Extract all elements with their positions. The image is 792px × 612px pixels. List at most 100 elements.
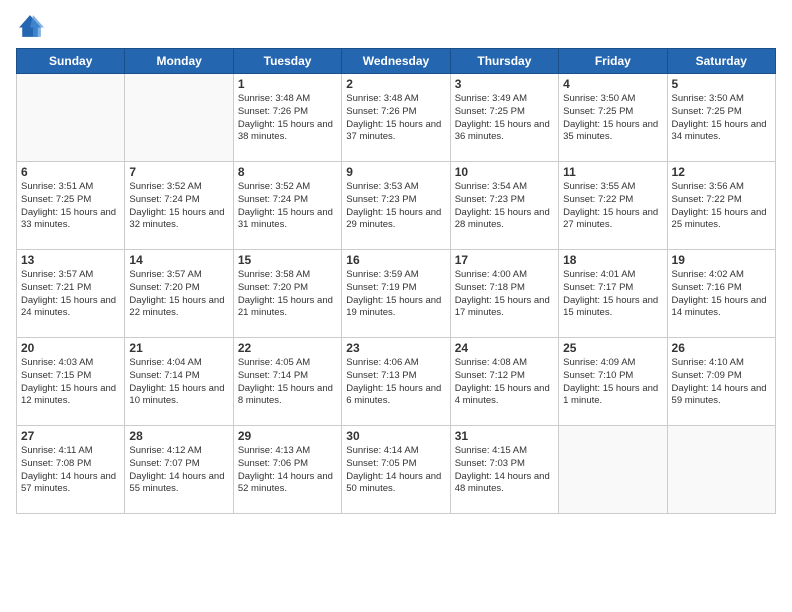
day-header-wednesday: Wednesday — [342, 49, 450, 74]
calendar-cell: 14 Sunrise: 3:57 AMSunset: 7:20 PMDayligh… — [125, 250, 233, 338]
calendar-body: 1 Sunrise: 3:48 AMSunset: 7:26 PMDaylight… — [17, 74, 776, 514]
day-number: 4 — [563, 77, 662, 91]
calendar-cell: 21 Sunrise: 4:04 AMSunset: 7:14 PMDayligh… — [125, 338, 233, 426]
calendar-cell: 27 Sunrise: 4:11 AMSunset: 7:08 PMDayligh… — [17, 426, 125, 514]
cell-info: Sunrise: 4:01 AMSunset: 7:17 PMDaylight:… — [563, 269, 662, 320]
day-number: 6 — [21, 165, 120, 179]
cell-info: Sunrise: 4:00 AMSunset: 7:18 PMDaylight:… — [455, 269, 554, 320]
calendar-cell — [559, 426, 667, 514]
calendar-cell: 11Sunrise: 3:55 AMSunset: 7:22 PMDayligh… — [559, 162, 667, 250]
cell-info: Sunrise: 3:51 AMSunset: 7:25 PMDaylight:… — [21, 181, 120, 232]
cell-info: Sunrise: 4:15 AMSunset: 7:03 PMDaylight:… — [455, 445, 554, 496]
calendar-cell: 31Sunrise: 4:15 AMSunset: 7:03 PMDayligh… — [450, 426, 558, 514]
cell-info: Sunrise: 4:04 AMSunset: 7:14 PMDaylight:… — [129, 357, 228, 408]
cell-info: Sunrise: 4:05 AMSunset: 7:14 PMDaylight:… — [238, 357, 337, 408]
calendar-cell: 2 Sunrise: 3:48 AMSunset: 7:26 PMDaylight… — [342, 74, 450, 162]
calendar-week-4: 20 Sunrise: 4:03 AMSunset: 7:15 PMDayligh… — [17, 338, 776, 426]
day-number: 13 — [21, 253, 120, 267]
cell-info: Sunrise: 3:48 AMSunset: 7:26 PMDaylight:… — [238, 93, 337, 144]
cell-info: Sunrise: 4:11 AMSunset: 7:08 PMDaylight:… — [21, 445, 120, 496]
cell-info: Sunrise: 4:12 AMSunset: 7:07 PMDaylight:… — [129, 445, 228, 496]
day-number: 21 — [129, 341, 228, 355]
calendar-cell: 9Sunrise: 3:53 AMSunset: 7:23 PMDaylight… — [342, 162, 450, 250]
day-number: 18 — [563, 253, 662, 267]
day-number: 23 — [346, 341, 445, 355]
day-number: 27 — [21, 429, 120, 443]
day-number: 30 — [346, 429, 445, 443]
day-header-saturday: Saturday — [667, 49, 775, 74]
calendar-cell: 13 Sunrise: 3:57 AMSunset: 7:21 PMDayligh… — [17, 250, 125, 338]
calendar-cell — [125, 74, 233, 162]
day-header-sunday: Sunday — [17, 49, 125, 74]
calendar-cell — [17, 74, 125, 162]
calendar-cell: 30Sunrise: 4:14 AMSunset: 7:05 PMDayligh… — [342, 426, 450, 514]
calendar-cell: 28 Sunrise: 4:12 AMSunset: 7:07 PMDayligh… — [125, 426, 233, 514]
day-number: 28 — [129, 429, 228, 443]
cell-info: Sunrise: 4:06 AMSunset: 7:13 PMDaylight:… — [346, 357, 445, 408]
calendar-cell: 7 Sunrise: 3:52 AMSunset: 7:24 PMDaylight… — [125, 162, 233, 250]
day-number: 16 — [346, 253, 445, 267]
cell-info: Sunrise: 4:09 AMSunset: 7:10 PMDaylight:… — [563, 357, 662, 408]
cell-info: Sunrise: 3:52 AMSunset: 7:24 PMDaylight:… — [129, 181, 228, 232]
cell-info: Sunrise: 3:53 AMSunset: 7:23 PMDaylight:… — [346, 181, 445, 232]
day-number: 5 — [672, 77, 771, 91]
day-number: 10 — [455, 165, 554, 179]
cell-info: Sunrise: 4:13 AMSunset: 7:06 PMDaylight:… — [238, 445, 337, 496]
calendar-cell: 19Sunrise: 4:02 AMSunset: 7:16 PMDayligh… — [667, 250, 775, 338]
day-number: 25 — [563, 341, 662, 355]
calendar-cell: 10Sunrise: 3:54 AMSunset: 7:23 PMDayligh… — [450, 162, 558, 250]
calendar-header-row: SundayMondayTuesdayWednesdayThursdayFrid… — [17, 49, 776, 74]
calendar-cell: 18 Sunrise: 4:01 AMSunset: 7:17 PMDayligh… — [559, 250, 667, 338]
calendar-cell: 23 Sunrise: 4:06 AMSunset: 7:13 PMDayligh… — [342, 338, 450, 426]
calendar-cell: 12 Sunrise: 3:56 AMSunset: 7:22 PMDayligh… — [667, 162, 775, 250]
day-number: 2 — [346, 77, 445, 91]
calendar-cell: 24 Sunrise: 4:08 AMSunset: 7:12 PMDayligh… — [450, 338, 558, 426]
calendar-cell: 15Sunrise: 3:58 AMSunset: 7:20 PMDayligh… — [233, 250, 341, 338]
day-number: 20 — [21, 341, 120, 355]
calendar-cell: 5 Sunrise: 3:50 AMSunset: 7:25 PMDaylight… — [667, 74, 775, 162]
calendar-table: SundayMondayTuesdayWednesdayThursdayFrid… — [16, 48, 776, 514]
calendar-cell: 25 Sunrise: 4:09 AMSunset: 7:10 PMDayligh… — [559, 338, 667, 426]
calendar-cell: 1 Sunrise: 3:48 AMSunset: 7:26 PMDaylight… — [233, 74, 341, 162]
calendar-week-2: 6 Sunrise: 3:51 AMSunset: 7:25 PMDaylight… — [17, 162, 776, 250]
day-number: 7 — [129, 165, 228, 179]
cell-info: Sunrise: 3:50 AMSunset: 7:25 PMDaylight:… — [672, 93, 771, 144]
page: SundayMondayTuesdayWednesdayThursdayFrid… — [0, 0, 792, 612]
calendar-cell: 26 Sunrise: 4:10 AMSunset: 7:09 PMDayligh… — [667, 338, 775, 426]
cell-info: Sunrise: 3:57 AMSunset: 7:20 PMDaylight:… — [129, 269, 228, 320]
day-number: 29 — [238, 429, 337, 443]
logo — [16, 12, 48, 40]
cell-info: Sunrise: 4:10 AMSunset: 7:09 PMDaylight:… — [672, 357, 771, 408]
header — [16, 12, 776, 40]
calendar-cell: 16 Sunrise: 3:59 AMSunset: 7:19 PMDayligh… — [342, 250, 450, 338]
day-header-friday: Friday — [559, 49, 667, 74]
day-header-tuesday: Tuesday — [233, 49, 341, 74]
logo-icon — [16, 12, 44, 40]
day-number: 26 — [672, 341, 771, 355]
calendar-cell — [667, 426, 775, 514]
cell-info: Sunrise: 3:49 AMSunset: 7:25 PMDaylight:… — [455, 93, 554, 144]
day-number: 17 — [455, 253, 554, 267]
cell-info: Sunrise: 4:08 AMSunset: 7:12 PMDaylight:… — [455, 357, 554, 408]
cell-info: Sunrise: 3:59 AMSunset: 7:19 PMDaylight:… — [346, 269, 445, 320]
day-number: 19 — [672, 253, 771, 267]
day-number: 8 — [238, 165, 337, 179]
cell-info: Sunrise: 4:03 AMSunset: 7:15 PMDaylight:… — [21, 357, 120, 408]
cell-info: Sunrise: 3:56 AMSunset: 7:22 PMDaylight:… — [672, 181, 771, 232]
calendar-cell: 3 Sunrise: 3:49 AMSunset: 7:25 PMDaylight… — [450, 74, 558, 162]
calendar-cell: 20 Sunrise: 4:03 AMSunset: 7:15 PMDayligh… — [17, 338, 125, 426]
cell-info: Sunrise: 3:57 AMSunset: 7:21 PMDaylight:… — [21, 269, 120, 320]
day-number: 22 — [238, 341, 337, 355]
calendar-cell: 29 Sunrise: 4:13 AMSunset: 7:06 PMDayligh… — [233, 426, 341, 514]
day-number: 12 — [672, 165, 771, 179]
cell-info: Sunrise: 3:48 AMSunset: 7:26 PMDaylight:… — [346, 93, 445, 144]
cell-info: Sunrise: 3:55 AMSunset: 7:22 PMDaylight:… — [563, 181, 662, 232]
cell-info: Sunrise: 3:50 AMSunset: 7:25 PMDaylight:… — [563, 93, 662, 144]
day-number: 1 — [238, 77, 337, 91]
day-number: 3 — [455, 77, 554, 91]
day-header-monday: Monday — [125, 49, 233, 74]
day-number: 24 — [455, 341, 554, 355]
calendar-week-1: 1 Sunrise: 3:48 AMSunset: 7:26 PMDaylight… — [17, 74, 776, 162]
calendar-week-5: 27 Sunrise: 4:11 AMSunset: 7:08 PMDayligh… — [17, 426, 776, 514]
day-number: 14 — [129, 253, 228, 267]
